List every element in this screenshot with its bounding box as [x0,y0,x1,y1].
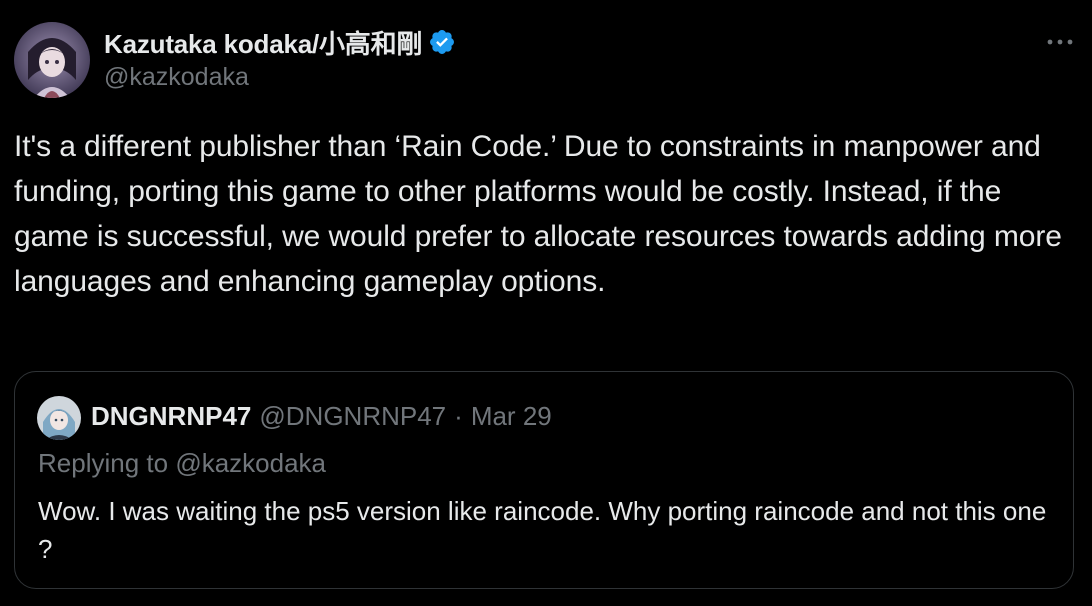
author-handle[interactable]: @kazkodaka [104,63,249,92]
more-horizontal-icon [1047,39,1073,45]
author-avatar[interactable] [14,22,90,98]
tweet-text: It's a different publisher than ‘Rain Co… [14,130,1062,298]
quoted-tweet[interactable]: DNGNRNP47 @DNGNRNP47 · Mar 29 Replying t… [14,371,1074,589]
quoted-avatar-icon [37,396,81,440]
author-name[interactable]: Kazutaka kodaka/小高和剛 [104,24,422,61]
more-button[interactable] [1038,28,1082,56]
replying-to-label: Replying to [38,448,169,478]
quoted-date[interactable]: Mar 29 [471,401,552,432]
verified-badge-icon[interactable] [428,28,456,56]
quoted-header: DNGNRNP47 @DNGNRNP47 · Mar 29 [91,398,552,434]
separator-dot: · [454,400,463,431]
tweet[interactable]: Kazutaka kodaka/小高和剛 @kazkodaka It's a d… [0,0,1092,606]
quoted-author-handle[interactable]: @DNGNRNP47 [259,401,446,432]
replying-to-line: Replying to @kazkodaka [38,448,326,479]
profile-avatar-icon [14,22,90,98]
quoted-tweet-text: Wow. I was waiting the ps5 version like … [38,496,1047,564]
replying-to-handle[interactable]: @kazkodaka [175,448,326,478]
author-line: Kazutaka kodaka/小高和剛 [104,24,456,61]
quoted-author-name[interactable]: DNGNRNP47 [91,401,251,432]
quoted-author-avatar[interactable] [37,396,81,440]
